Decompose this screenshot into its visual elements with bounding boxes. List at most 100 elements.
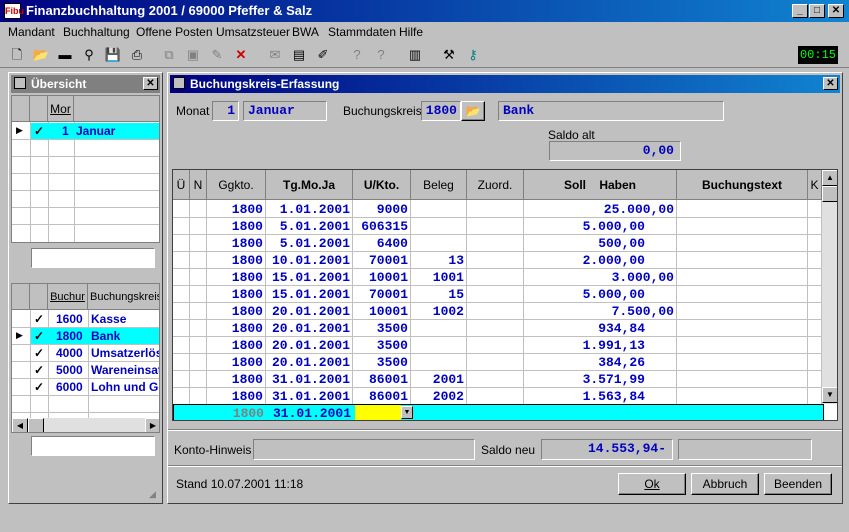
cell-ukto[interactable]: 86001 [353,371,408,388]
cell-haben[interactable] [524,388,674,405]
beenden-button[interactable]: Beenden [764,473,832,495]
uebersicht-close-button[interactable]: ✕ [143,77,158,90]
cell-beleg[interactable] [411,337,464,354]
stamp-icon[interactable]: ✉ [264,44,286,66]
bk-col-num-header[interactable]: Buchur [48,284,88,310]
scroll-left-icon[interactable]: ◀ [12,418,28,432]
edit-ukto-input[interactable] [355,405,401,420]
cell-ukto[interactable]: 9000 [353,201,408,218]
booking-vertical-scrollbar[interactable]: ▲ ▼ [822,170,837,404]
col-soll-haben-header[interactable]: Soll Haben [524,170,677,200]
cell-ukto[interactable]: 606315 [353,218,408,235]
scroll-right-icon[interactable]: ▶ [145,418,159,432]
cell-beleg[interactable]: 1001 [411,269,464,286]
resize-grip-icon[interactable]: ◢ [149,489,161,501]
col-n-header[interactable]: N [190,170,207,200]
cell-date[interactable]: 20.01.2001 [266,354,350,371]
cell-haben[interactable] [524,218,674,235]
cell-ggkto[interactable]: 1800 [207,303,263,320]
cell-ukto[interactable]: 86001 [353,388,408,405]
cell-ggkto[interactable]: 1800 [207,337,263,354]
menu-offene-posten[interactable]: Offene Posten [136,25,213,39]
bk-col-name-header[interactable]: Buchungskreis [88,284,159,310]
cell-ukto[interactable]: 3500 [353,337,408,354]
cell-date[interactable]: 15.01.2001 [266,286,350,303]
checkmark-icon[interactable]: ✓ [34,123,44,140]
cell-ukto[interactable]: 3500 [353,320,408,337]
menu-stammdaten[interactable]: Stammdaten [328,25,396,39]
monat-name-field[interactable]: Januar [243,101,327,121]
book-icon[interactable]: ▤ [288,44,310,66]
booking-grid[interactable]: Ü N Ggkto. Tg.Mo.Ja U/Kto. Beleg Zuord. … [172,169,838,421]
cell-ggkto[interactable]: 1800 [207,371,263,388]
cell-haben[interactable] [524,371,674,388]
cell-ggkto[interactable]: 1800 [207,320,263,337]
cell-haben[interactable] [524,286,674,303]
cell-date[interactable]: 10.01.2001 [266,252,350,269]
copy-icon[interactable]: ⧉ [158,44,180,66]
cell-date[interactable]: 20.01.2001 [266,320,350,337]
dropdown-arrow-icon[interactable]: ▼ [401,406,413,419]
bk-browse-folder-icon[interactable]: 📂 [461,101,485,121]
binoculars-icon[interactable]: ⚲ [78,44,100,66]
cell-ggkto[interactable]: 1800 [207,269,263,286]
cell-beleg[interactable] [411,218,464,235]
cell-date[interactable]: 31.01.2001 [266,388,350,405]
cell-ggkto[interactable]: 1800 [207,388,263,405]
cell-ukto[interactable]: 70001 [353,252,408,269]
erfassung-close-button[interactable]: ✕ [823,77,838,90]
month-grid[interactable]: Mor ▶ ✓ 1 Januar [11,95,160,243]
cell-ukto[interactable]: 10001 [353,303,408,320]
window-layout-icon[interactable]: ▥ [404,44,426,66]
cell-haben[interactable] [524,235,674,252]
cell-beleg[interactable] [411,320,464,337]
print-icon[interactable]: ⎙ [126,44,148,66]
cell-date[interactable]: 5.01.2001 [266,235,350,252]
folder-icon[interactable]: ▬ [54,44,76,66]
edit-icon[interactable]: ✎ [206,44,228,66]
cell-date[interactable]: 20.01.2001 [266,337,350,354]
cell-ukto[interactable]: 6400 [353,235,408,252]
checkmark-icon[interactable]: ✓ [34,328,44,345]
checkmark-icon[interactable]: ✓ [34,379,44,396]
menu-mandant[interactable]: Mandant [8,25,55,39]
cell-ggkto[interactable]: 1800 [207,235,263,252]
help-icon[interactable]: ? [370,44,392,66]
menu-hilfe[interactable]: Hilfe [399,25,423,39]
cell-ggkto[interactable]: 1800 [207,354,263,371]
col-zuord-header[interactable]: Zuord. [467,170,524,200]
cell-haben[interactable]: 7.500,00 [524,303,674,320]
ok-button[interactable]: Ok [618,473,686,495]
cell-haben[interactable] [524,252,674,269]
bk-horizontal-scrollbar[interactable]: ◀ ▶ [12,418,159,432]
col-ue-header[interactable]: Ü [173,170,190,200]
scroll-down-icon[interactable]: ▼ [822,387,837,403]
cell-ggkto[interactable]: 1800 [207,286,263,303]
bk-name-field[interactable]: Bank [498,101,724,121]
new-document-icon[interactable]: 🗋 [6,44,28,66]
cell-ggkto[interactable]: 1800 [207,218,263,235]
col-date-header[interactable]: Tg.Mo.Ja [266,170,353,200]
cell-date[interactable]: 15.01.2001 [266,269,350,286]
menu-umsatzsteuer[interactable]: Umsatzsteuer [216,25,290,39]
cell-beleg[interactable] [411,354,464,371]
scroll-up-icon[interactable]: ▲ [822,170,837,186]
checkmark-icon[interactable]: ✓ [34,345,44,362]
notes-icon[interactable]: ✐ [312,44,334,66]
cell-ggkto[interactable]: 1800 [207,201,263,218]
col-k-header[interactable]: K [808,170,822,200]
paste-icon[interactable]: ▣ [182,44,204,66]
col-ggkto-header[interactable]: Ggkto. [207,170,266,200]
cell-ggkto[interactable]: 1800 [207,252,263,269]
minimize-button[interactable]: _ [792,4,808,18]
close-button[interactable]: ✕ [828,4,844,18]
edit-ggkto[interactable]: 1800 [208,405,264,420]
checkmark-icon[interactable]: ✓ [34,311,44,328]
cell-date[interactable]: 20.01.2001 [266,303,350,320]
cell-beleg[interactable]: 2002 [411,388,464,405]
scroll-thumb[interactable] [822,186,837,202]
context-help-icon[interactable]: ? [346,44,368,66]
cell-haben[interactable] [524,354,674,371]
cell-beleg[interactable] [411,235,464,252]
cell-date[interactable]: 5.01.2001 [266,218,350,235]
